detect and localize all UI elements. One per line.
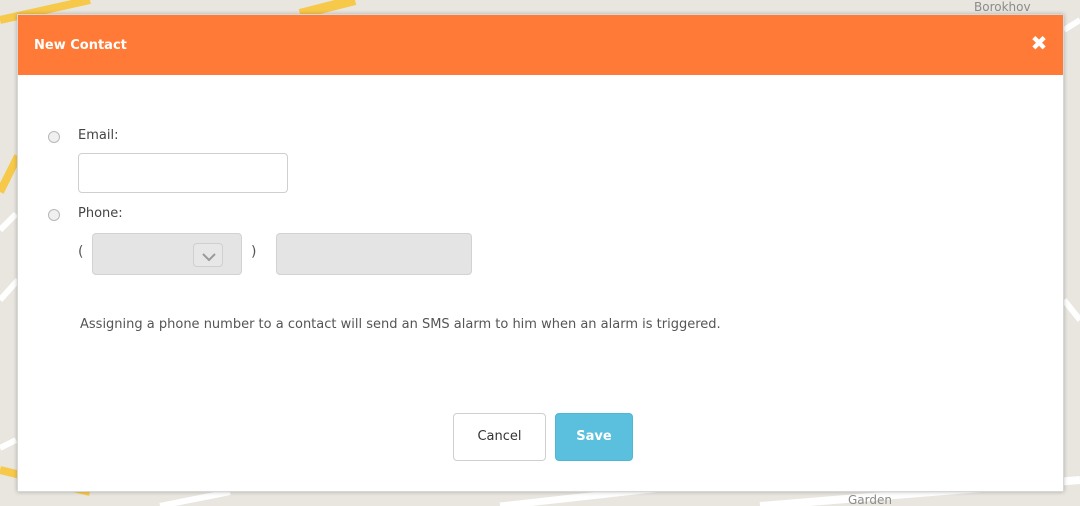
- country-code-open-paren: (: [78, 244, 84, 260]
- phone-label: Phone:: [78, 206, 123, 221]
- dialog-title: New Contact: [34, 38, 127, 53]
- email-label: Email:: [78, 128, 119, 143]
- email-radio[interactable]: [48, 131, 60, 143]
- close-button[interactable]: ✖: [1029, 33, 1049, 53]
- close-icon: ✖: [1030, 31, 1048, 55]
- cancel-button[interactable]: Cancel: [453, 413, 546, 461]
- sms-alarm-info-text: Assigning a phone number to a contact wi…: [80, 317, 721, 332]
- phone-number-input[interactable]: [276, 233, 472, 275]
- chevron-down-button[interactable]: [193, 243, 223, 267]
- email-field[interactable]: [78, 153, 288, 193]
- map-label-borokhov: Borokhov: [974, 0, 1031, 14]
- map-label-garden: Garden: [848, 493, 892, 506]
- country-code-select[interactable]: [92, 233, 242, 275]
- save-button[interactable]: Save: [555, 413, 633, 461]
- new-contact-dialog: New Contact ✖ Email: Phone: ( ) Assignin…: [17, 14, 1064, 492]
- chevron-down-icon: [202, 253, 216, 262]
- country-code-close-paren: ): [251, 244, 257, 260]
- phone-radio[interactable]: [48, 209, 60, 221]
- dialog-header: New Contact ✖: [18, 15, 1063, 75]
